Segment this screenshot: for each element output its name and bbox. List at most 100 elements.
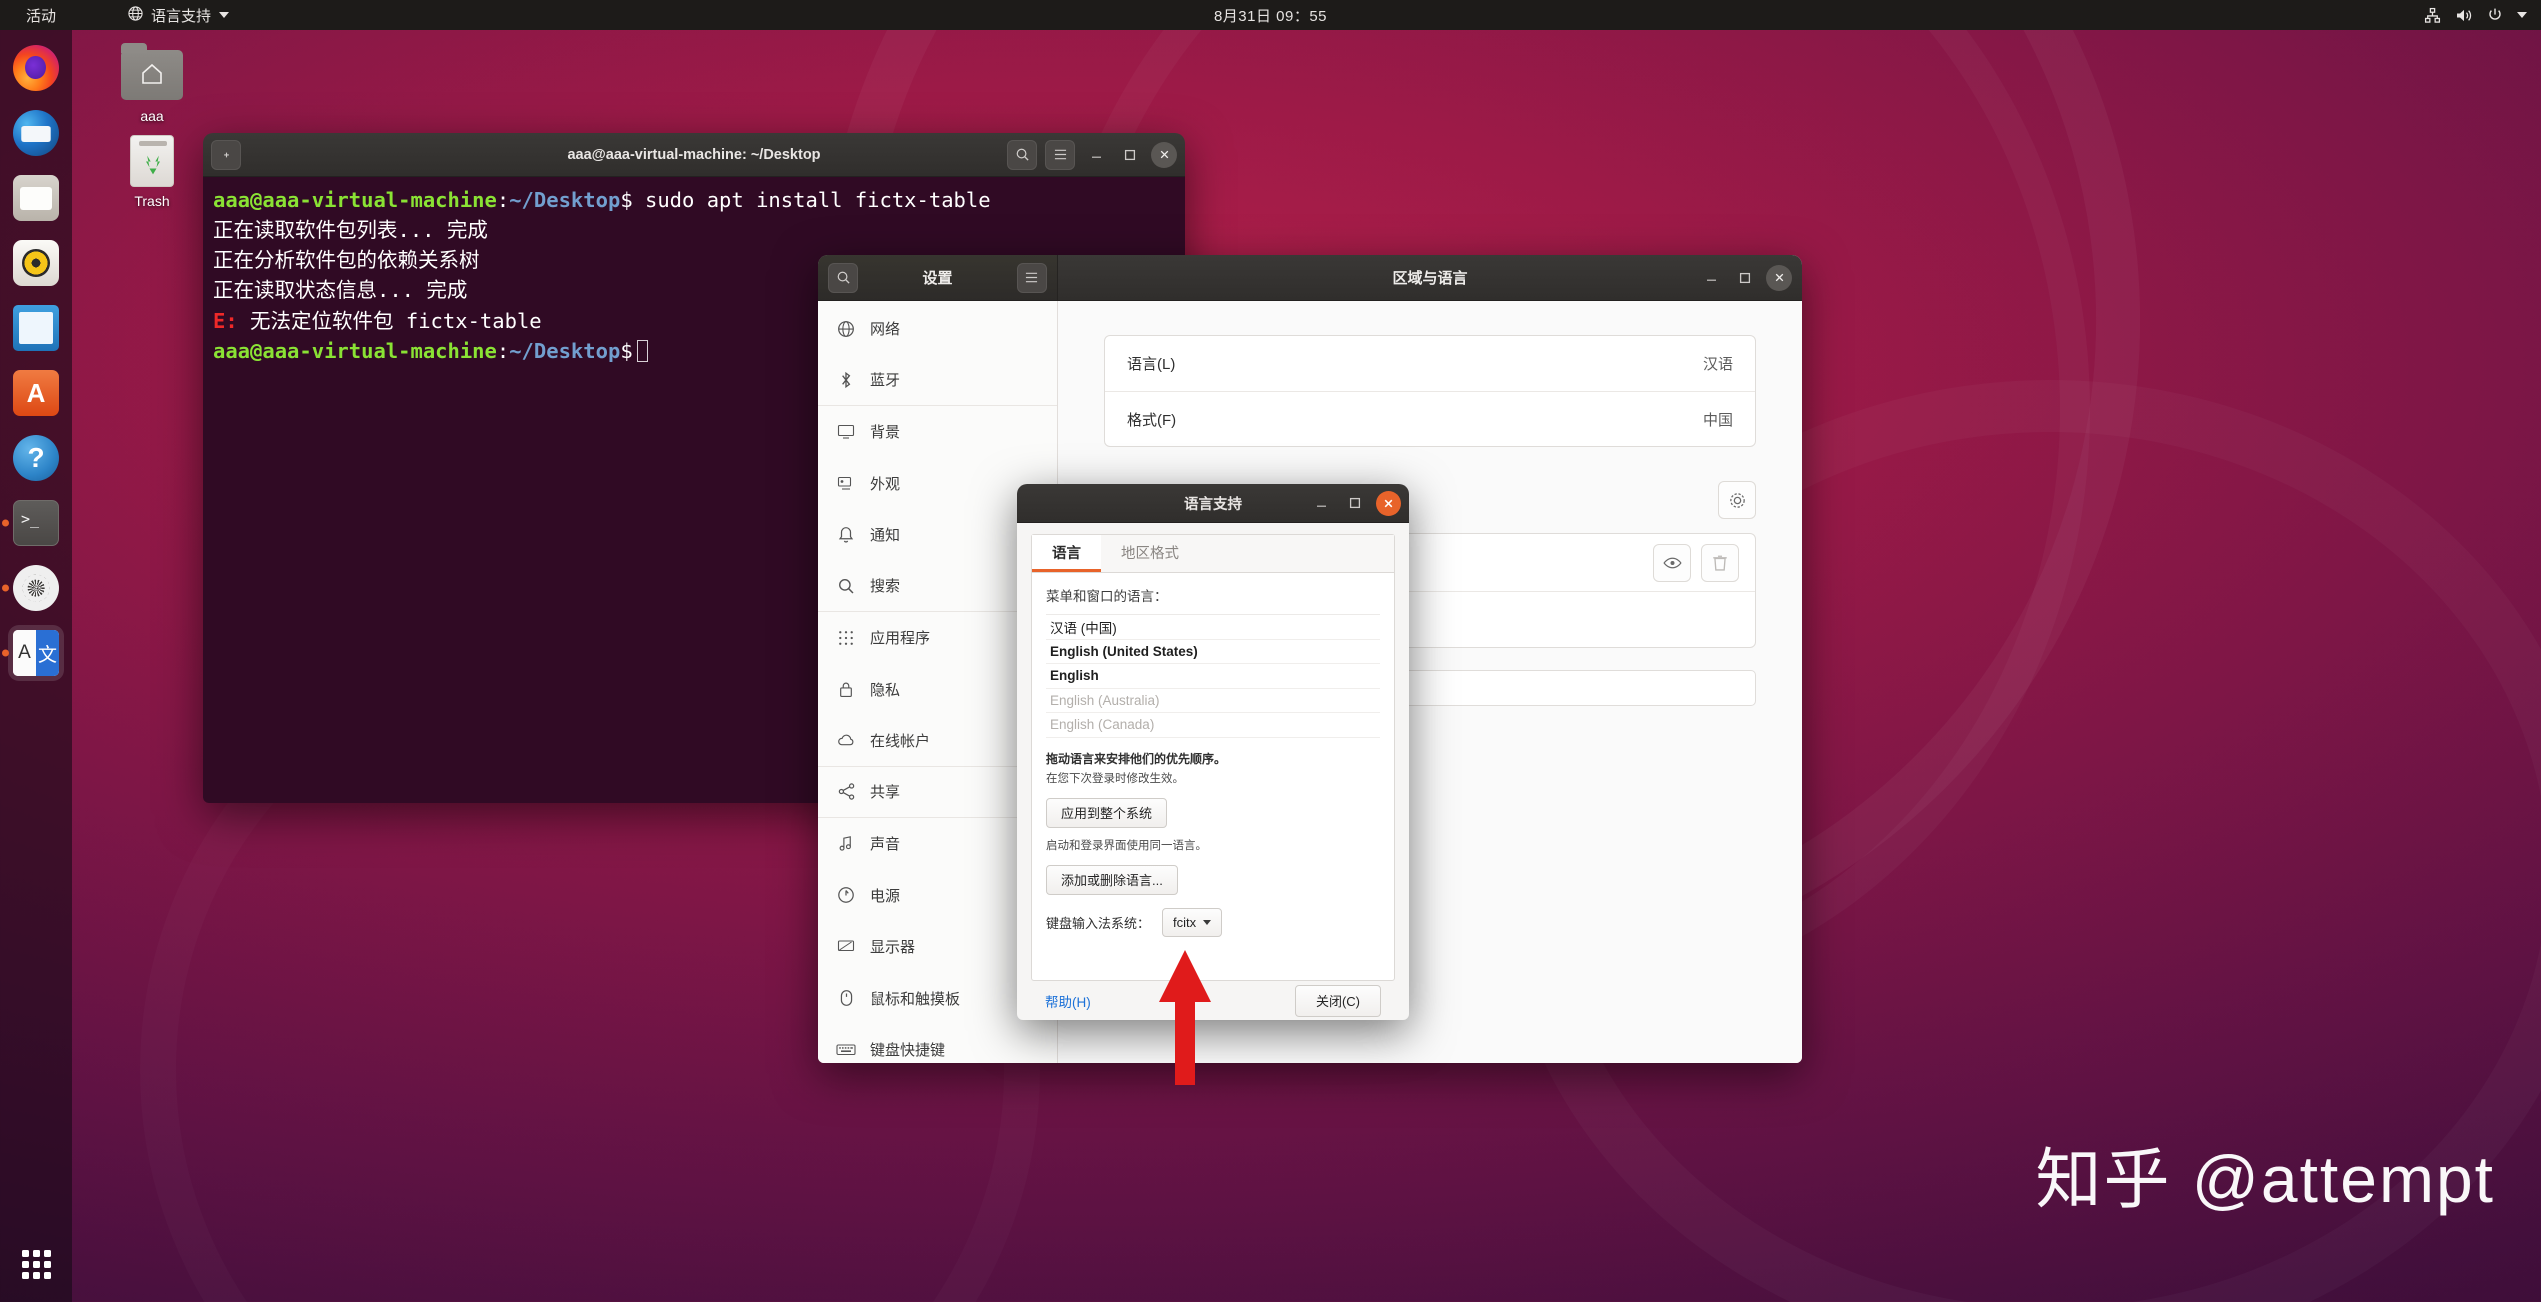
hamburger-icon[interactable] [1045,139,1075,170]
globe-icon [128,5,143,25]
ime-system-row: 键盘输入法系统： fcitx [1046,907,1380,937]
terminal-titlebar[interactable]: aaa@aaa-virtual-machine: ~/Desktop [203,133,1185,177]
search-icon[interactable] [1007,139,1037,170]
close-button[interactable] [1376,490,1401,516]
clock-label: 8月31日 09：55 [1213,7,1328,25]
trash-icon[interactable] [1701,543,1739,582]
dock-item-language-support[interactable]: A文 [2,625,64,681]
dock-item-rhythmbox[interactable] [8,235,64,291]
dock-item-settings[interactable] [2,560,64,616]
close-button[interactable] [1766,264,1792,291]
software-icon [13,370,59,416]
sidebar-item-bluetooth[interactable]: 蓝牙 [818,355,1057,406]
sidebar-item-label: 键盘快捷键 [870,1042,946,1060]
mouse-icon [836,988,856,1008]
prompt-symbol: $ [620,338,633,363]
running-indicator [2,519,9,527]
cloud-icon [836,730,856,750]
sidebar-item-label: 共享 [870,784,901,802]
list-item[interactable]: English (United States) [1046,640,1380,664]
activities-label: 活动 [26,7,57,25]
tab-regional-formats[interactable]: 地区格式 [1101,535,1199,572]
sidebar-item-label: 搜索 [870,578,901,596]
monitor-icon [836,422,856,442]
settings-titlebar[interactable]: 设置 区域与语言 [818,255,1802,301]
bluetooth-icon [836,370,856,390]
dialog-tabs: 语言 地区格式 [1032,535,1394,573]
prompt-separator: : [496,188,510,212]
activities-button[interactable]: 活动 [14,2,68,29]
dock: A文 [0,30,72,1302]
dock-item-firefox[interactable] [8,40,64,96]
desktop-icon-trash[interactable]: Trash [96,135,208,209]
list-item[interactable]: English (Australia) [1046,689,1380,713]
list-item[interactable]: 汉语 (中国) [1046,615,1380,640]
tab-language[interactable]: 语言 [1032,535,1101,572]
power-icon [836,885,856,905]
minimize-button[interactable] [1083,142,1109,168]
ime-select[interactable]: fcitx [1162,907,1223,937]
minimize-button[interactable] [1698,265,1724,291]
search-icon [836,576,856,596]
list-item[interactable]: English [1046,664,1380,689]
close-dialog-button[interactable]: 关闭(C) [1294,984,1381,1017]
sidebar-item-network[interactable]: 网络 [818,303,1057,355]
chevron-down-icon [1203,919,1212,925]
settings-menu-icon[interactable] [1016,262,1047,293]
top-bar: 活动 语言支持 8月31日 09：55 [0,0,2541,30]
maximize-button[interactable] [1732,265,1758,291]
dock-item-help[interactable] [8,430,64,486]
sidebar-item-label: 显示器 [870,939,916,957]
list-item[interactable]: English (Canada) [1046,713,1380,738]
settings-sidebar-title: 设置 [922,270,953,287]
gear-icon[interactable] [1718,481,1756,519]
system-tray[interactable] [2424,7,2527,24]
sidebar-item-background[interactable]: 背景 [818,406,1057,458]
maximize-button[interactable] [1117,142,1143,168]
terminal-cursor [636,339,648,362]
display-icon [836,937,856,957]
maximize-button[interactable] [1342,490,1368,516]
language-list[interactable]: 汉语 (中国) English (United States) English … [1046,614,1380,738]
row-label: 格式(F) [1127,411,1177,429]
apply-system-wide-button[interactable]: 应用到整个系统 [1046,797,1168,828]
row-language[interactable]: 语言(L) 汉语 [1105,336,1755,391]
eye-icon[interactable] [1653,543,1691,582]
dialog-titlebar[interactable]: 语言支持 [1017,484,1409,523]
close-button[interactable] [1151,141,1177,168]
dock-item-writer[interactable] [8,300,64,356]
ime-label: 键盘输入法系统： [1046,915,1151,931]
trash-icon [121,135,183,187]
settings-search-icon[interactable] [828,262,858,293]
tab-label: 语言 [1052,545,1081,562]
prompt-separator: : [496,338,510,363]
desktop-icon-home[interactable]: aaa [96,42,208,124]
dock-item-software[interactable] [8,365,64,421]
dock-item-files[interactable] [8,170,64,226]
running-indicator [2,584,9,592]
desktop-icon-label: Trash [134,193,170,209]
prompt-user: aaa@aaa-virtual-machine [213,338,497,363]
sidebar-item-label: 隐私 [870,681,901,699]
help-link[interactable]: 帮助(H) [1045,991,1091,1011]
add-remove-languages-button[interactable]: 添加或删除语言... [1046,864,1178,895]
app-menu-button[interactable]: 语言支持 [116,2,241,29]
rhythmbox-icon [13,240,59,286]
minimize-button[interactable] [1308,490,1334,516]
row-format[interactable]: 格式(F) 中国 [1105,391,1755,446]
red-arrow-annotation [1159,950,1211,1085]
running-indicator [2,649,9,657]
clock-button[interactable]: 8月31日 09：55 [1214,5,1327,26]
terminal-error-prefix: E: [213,308,238,333]
apply-hint: 启动和登录界面使用同一语言。 [1046,839,1207,852]
dock-item-terminal[interactable] [2,495,64,551]
show-applications-button[interactable] [22,1250,52,1280]
terminal-error-text: 无法定位软件包 fictx-table [237,308,542,333]
sidebar-item-label: 电源 [870,887,901,905]
dock-item-thunderbird[interactable] [8,105,64,161]
sidebar-item-label: 在线帐户 [870,732,931,750]
sidebar-item-keyboard-shortcuts[interactable]: 键盘快捷键 [818,1024,1057,1063]
new-tab-icon[interactable] [211,139,241,170]
language-list-label: 菜单和窗口的语言： [1046,589,1168,604]
sidebar-item-label: 网络 [870,321,901,339]
